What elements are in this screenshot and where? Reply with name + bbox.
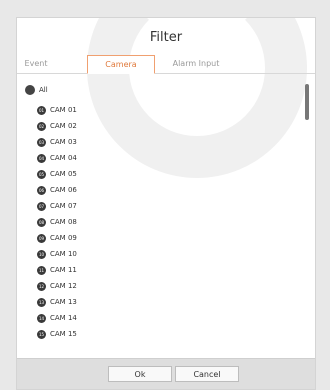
filter-dialog: Filter Event Camera Alarm Input All 01 C… [16, 17, 316, 390]
check-circle-icon: 09 [37, 233, 46, 243]
check-circle-icon: 02 [37, 121, 46, 131]
list-item[interactable]: 06 CAM 06 [37, 184, 77, 196]
camera-list: All 01 CAM 01 02 CAM 02 03 CAM 03 04 CAM… [25, 84, 295, 359]
tab-event[interactable]: Event [21, 55, 51, 72]
list-item-label: CAM 14 [50, 314, 77, 322]
list-item[interactable]: 10 CAM 10 [37, 248, 77, 260]
list-item-label: CAM 06 [50, 186, 77, 194]
check-circle-icon: 01 [37, 105, 46, 115]
list-item[interactable]: 08 CAM 08 [37, 216, 77, 228]
list-item-label: CAM 03 [50, 138, 77, 146]
list-item-label: CAM 01 [50, 106, 77, 114]
list-item[interactable]: 14 CAM 14 [37, 312, 77, 324]
ok-button[interactable]: Ok [108, 366, 172, 382]
list-item[interactable]: 13 CAM 13 [37, 296, 77, 308]
check-circle-icon [25, 85, 35, 95]
tab-alarm-input[interactable]: Alarm Input [167, 55, 225, 72]
list-item[interactable]: 01 CAM 01 [37, 104, 77, 116]
list-item-label: CAM 09 [50, 234, 77, 242]
check-circle-icon: 04 [37, 153, 46, 163]
list-item[interactable]: 11 CAM 11 [37, 264, 77, 276]
cancel-button[interactable]: Cancel [175, 366, 239, 382]
check-circle-icon: 13 [37, 297, 46, 307]
tab-bar: Event Camera Alarm Input [17, 55, 315, 74]
list-item-label: All [39, 86, 48, 94]
list-item-label: CAM 07 [50, 202, 77, 210]
list-item[interactable]: 07 CAM 07 [37, 200, 77, 212]
list-item[interactable]: 15 CAM 15 [37, 328, 77, 340]
list-item-label: CAM 02 [50, 122, 77, 130]
list-item-label: CAM 13 [50, 298, 77, 306]
check-circle-icon: 06 [37, 185, 46, 195]
list-item[interactable]: 03 CAM 03 [37, 136, 77, 148]
scrollbar[interactable] [305, 84, 309, 120]
list-item-label: CAM 11 [50, 266, 77, 274]
dialog-title: Filter [149, 30, 183, 45]
list-item[interactable]: 12 CAM 12 [37, 280, 77, 292]
check-circle-icon: 08 [37, 217, 46, 227]
tab-camera[interactable]: Camera [87, 55, 155, 74]
dialog-footer: Ok Cancel [17, 358, 315, 389]
check-circle-icon: 15 [37, 329, 46, 339]
list-item[interactable]: 09 CAM 09 [37, 232, 77, 244]
check-circle-icon: 11 [37, 265, 46, 275]
list-item-label: CAM 08 [50, 218, 77, 226]
list-item-all[interactable]: All [25, 84, 48, 96]
list-item-label: CAM 12 [50, 282, 77, 290]
check-circle-icon: 07 [37, 201, 46, 211]
list-item[interactable]: 04 CAM 04 [37, 152, 77, 164]
list-item-label: CAM 05 [50, 170, 77, 178]
list-item-label: CAM 10 [50, 250, 77, 258]
check-circle-icon: 05 [37, 169, 46, 179]
check-circle-icon: 14 [37, 313, 46, 323]
check-circle-icon: 03 [37, 137, 46, 147]
check-circle-icon: 12 [37, 281, 46, 291]
list-item-label: CAM 04 [50, 154, 77, 162]
list-item-label: CAM 15 [50, 330, 77, 338]
list-item[interactable]: 02 CAM 02 [37, 120, 77, 132]
check-circle-icon: 10 [37, 249, 46, 259]
list-item[interactable]: 05 CAM 05 [37, 168, 77, 180]
